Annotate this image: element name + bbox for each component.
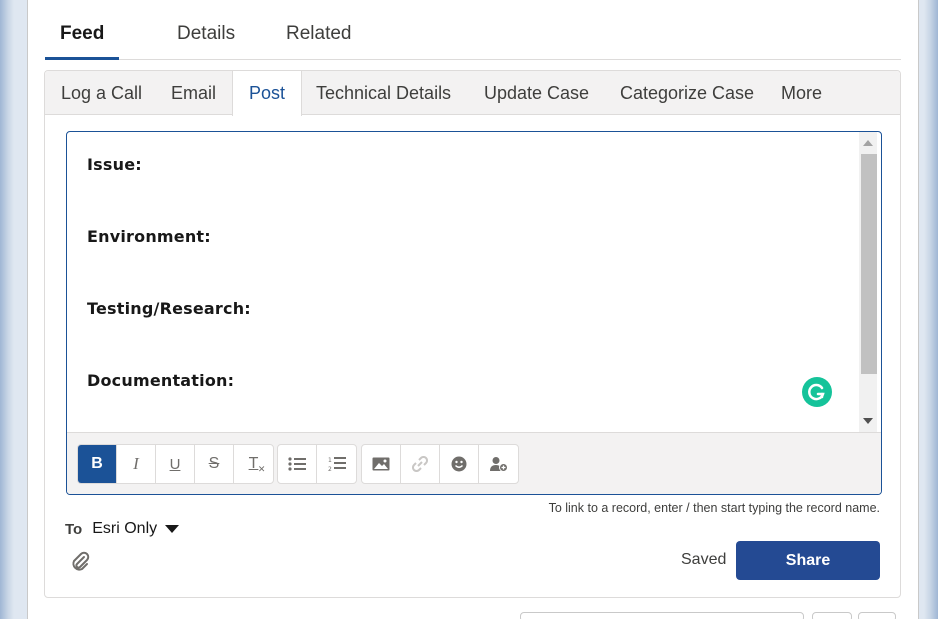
link-icon — [412, 456, 428, 472]
issue-label: Issue: — [87, 155, 142, 174]
documentation-label: Documentation: — [87, 371, 235, 390]
tab-categorize-case[interactable]: Categorize Case — [620, 71, 754, 115]
clear-format-button[interactable]: T ✕ — [234, 445, 273, 483]
post-editor[interactable]: Issue: Environment: Testing/Research: Do… — [66, 131, 882, 495]
environment-label: Environment: — [87, 227, 211, 246]
insert-link-button[interactable] — [401, 445, 440, 483]
numbered-list-button[interactable]: 12 — [317, 445, 356, 483]
case-feed-card: Feed Details Related Log a Call Email Po… — [27, 0, 919, 619]
image-icon — [372, 457, 390, 471]
svg-text:2: 2 — [328, 466, 332, 472]
attach-file-button[interactable] — [70, 551, 94, 575]
scroll-thumb[interactable] — [861, 154, 877, 374]
saved-status: Saved — [681, 551, 727, 568]
insert-group — [361, 444, 519, 484]
publisher: Log a Call Email Post Technical Details … — [44, 70, 901, 598]
tab-more[interactable]: More — [781, 71, 822, 115]
strikethrough-button[interactable]: S — [195, 445, 234, 483]
editor-body[interactable]: Issue: Environment: Testing/Research: Do… — [67, 132, 859, 432]
emoji-icon — [451, 456, 467, 472]
tab-update-case[interactable]: Update Case — [484, 71, 589, 115]
tab-email[interactable]: Email — [171, 71, 216, 115]
text-format-group: B I U S T ✕ — [77, 444, 274, 484]
paperclip-icon — [72, 551, 90, 571]
formatting-toolbar: B I U S T ✕ 12 — [67, 432, 881, 494]
bottom-button-2[interactable] — [858, 612, 896, 619]
italic-icon: I — [133, 454, 139, 473]
scroll-down-icon[interactable] — [863, 418, 873, 424]
to-label: To — [65, 520, 83, 538]
tab-related[interactable]: Related — [271, 19, 367, 60]
share-button[interactable]: Share — [736, 541, 880, 580]
list-group: 12 — [277, 444, 357, 484]
grammarly-icon[interactable] — [802, 377, 832, 407]
caret-down-icon — [165, 525, 180, 533]
italic-button[interactable]: I — [117, 445, 156, 483]
bullet-list-icon — [288, 457, 306, 471]
tab-feed[interactable]: Feed — [45, 19, 120, 60]
editor-scrollbar[interactable] — [859, 132, 877, 432]
strikethrough-icon: S — [208, 455, 220, 472]
bold-button[interactable]: B — [78, 445, 117, 483]
scroll-up-icon[interactable] — [863, 140, 873, 146]
record-link-hint: To link to a record, enter / then start … — [548, 501, 880, 515]
underline-button[interactable]: U — [156, 445, 195, 483]
mention-icon — [489, 457, 508, 472]
tab-details[interactable]: Details — [162, 19, 250, 60]
numbered-list-icon: 12 — [328, 457, 346, 472]
tab-technical-details[interactable]: Technical Details — [316, 71, 451, 115]
bullet-list-button[interactable] — [278, 445, 317, 483]
bottom-control[interactable] — [520, 612, 804, 619]
emoji-button[interactable] — [440, 445, 479, 483]
bold-icon: B — [91, 455, 103, 472]
svg-text:1: 1 — [328, 457, 332, 464]
clear-format-icon: T ✕ — [248, 455, 266, 474]
bottom-button-1[interactable] — [812, 612, 852, 619]
underline-icon: U — [169, 455, 181, 473]
tab-log-a-call[interactable]: Log a Call — [61, 71, 142, 115]
mention-button[interactable] — [479, 445, 518, 483]
audience-row: To Esri Only — [65, 517, 180, 541]
testing-research-label: Testing/Research: — [87, 299, 251, 318]
insert-image-button[interactable] — [362, 445, 401, 483]
publisher-tab-bar: Log a Call Email Post Technical Details … — [45, 71, 900, 116]
audience-dropdown[interactable]: Esri Only — [92, 520, 180, 538]
audience-value: Esri Only — [92, 520, 158, 537]
tab-post[interactable]: Post — [232, 71, 303, 116]
main-tab-bar: Feed Details Related — [45, 0, 901, 60]
